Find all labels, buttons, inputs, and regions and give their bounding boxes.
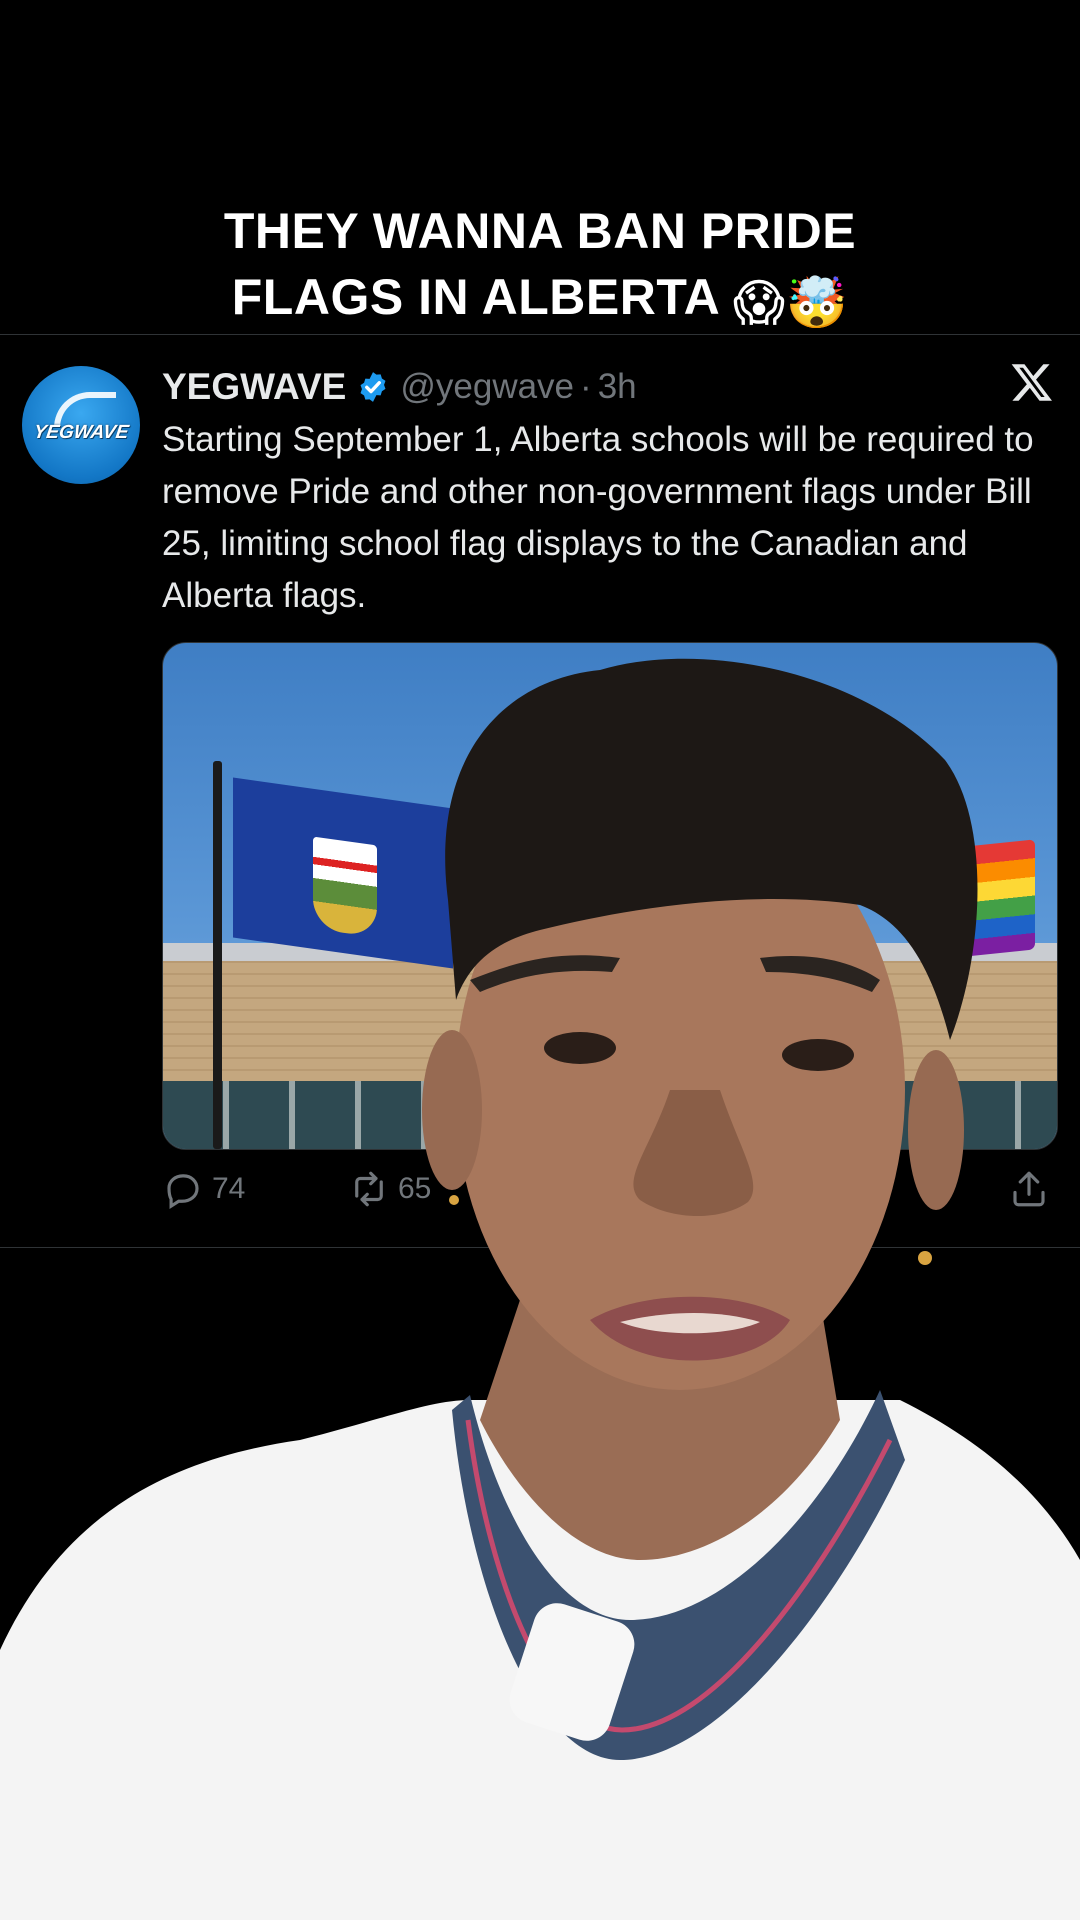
presenter-person xyxy=(0,658,1080,1920)
